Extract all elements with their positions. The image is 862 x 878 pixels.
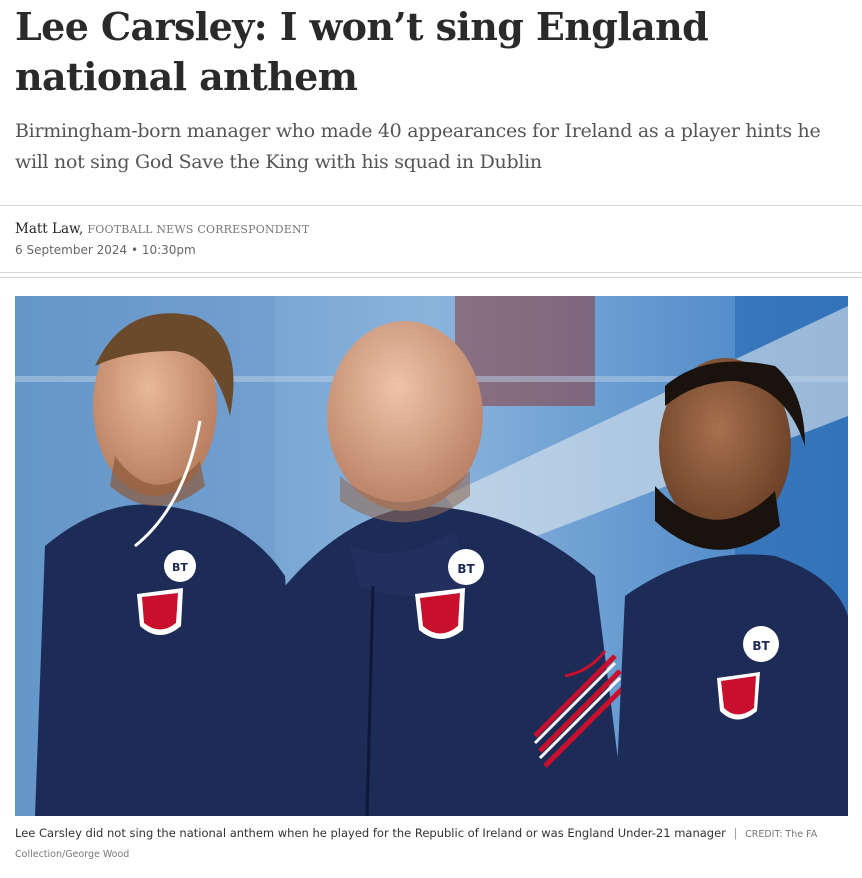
divider-mid <box>0 272 862 273</box>
caption-text: Lee Carsley did not sing the national an… <box>15 826 726 840</box>
svg-text:BT: BT <box>457 562 475 576</box>
article-photo[interactable]: BT BT BT <box>15 296 848 816</box>
caption-separator: | <box>733 826 738 840</box>
svg-text:BT: BT <box>752 639 770 653</box>
author-role: FOOTBALL NEWS CORRESPONDENT <box>87 223 310 236</box>
byline: Matt Law, FOOTBALL NEWS CORRESPONDENT <box>15 220 309 239</box>
photo-illustration: BT BT BT <box>15 296 848 816</box>
author-link[interactable]: Matt Law, <box>15 221 83 237</box>
article-headline: Lee Carsley: I won’t sing England nation… <box>15 4 709 99</box>
photo-caption: Lee Carsley did not sing the national an… <box>15 824 835 864</box>
divider-top <box>0 205 862 206</box>
svg-text:BT: BT <box>172 561 188 574</box>
divider-mid-2 <box>0 277 862 278</box>
publish-date: 6 September 2024 • 10:30pm <box>15 243 196 257</box>
article-standfirst: Birmingham-born manager who made 40 appe… <box>15 120 821 173</box>
